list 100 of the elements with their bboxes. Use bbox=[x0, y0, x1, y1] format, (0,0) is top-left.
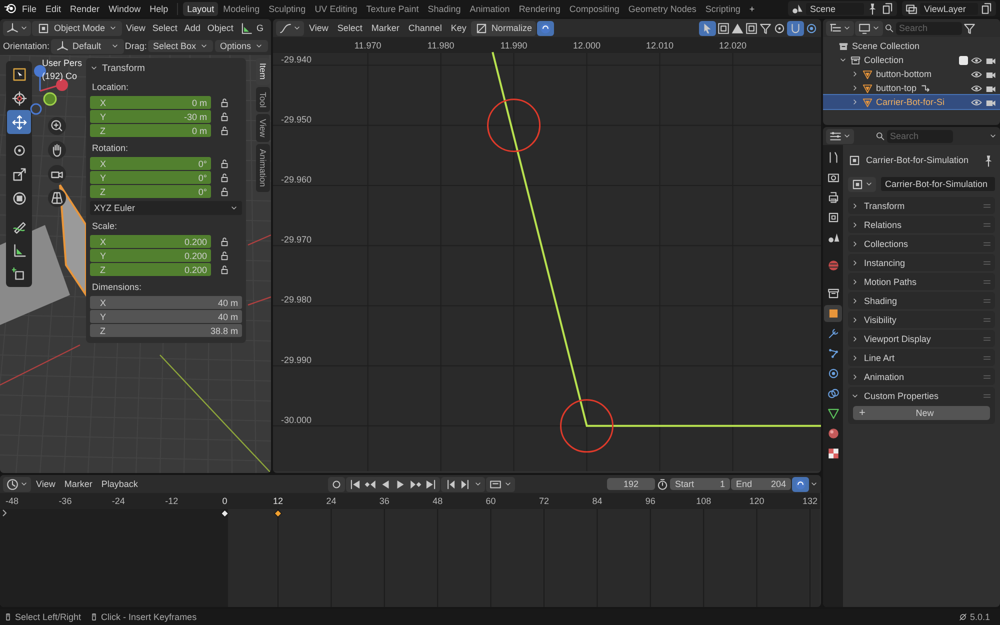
outliner-item[interactable]: Scene Collection bbox=[823, 39, 1000, 53]
proportional-edit-icon[interactable] bbox=[805, 22, 818, 34]
eye-icon[interactable] bbox=[971, 82, 982, 94]
chevron-down-icon[interactable] bbox=[989, 132, 997, 140]
menu-item[interactable]: Edit bbox=[42, 2, 66, 16]
end-frame-field[interactable]: End 204 bbox=[731, 478, 791, 490]
lock-icon[interactable] bbox=[219, 111, 230, 122]
chevron-down-icon[interactable] bbox=[810, 480, 818, 488]
jump-start-icon[interactable] bbox=[349, 478, 362, 490]
outliner-item[interactable]: button-top bbox=[823, 81, 1000, 95]
snap-button[interactable] bbox=[787, 20, 804, 36]
frame-icon[interactable] bbox=[717, 22, 730, 34]
menu-item[interactable]: Key bbox=[446, 21, 470, 35]
panel-header[interactable]: Line Art bbox=[851, 349, 992, 366]
lock-icon[interactable] bbox=[219, 236, 230, 247]
panel-header[interactable]: Shading bbox=[851, 292, 992, 309]
workspace-tab[interactable]: Layout bbox=[183, 2, 218, 16]
menu-item[interactable]: Select bbox=[333, 21, 366, 35]
current-frame-field[interactable]: 192 bbox=[607, 478, 655, 490]
workspace-tab[interactable]: Compositing bbox=[565, 2, 624, 16]
lock-icon[interactable] bbox=[219, 186, 230, 197]
panel-header[interactable]: Animation bbox=[851, 368, 992, 385]
menu-item[interactable]: Window bbox=[104, 2, 145, 16]
view-layer-field[interactable]: ViewLayer bbox=[920, 2, 978, 14]
lock-icon[interactable] bbox=[219, 250, 230, 261]
lock-icon[interactable] bbox=[219, 158, 230, 169]
chevron-down-icon[interactable] bbox=[504, 480, 512, 488]
warning-icon[interactable] bbox=[731, 22, 744, 34]
editor-type-button[interactable] bbox=[826, 20, 854, 36]
menu-item[interactable]: Object bbox=[204, 21, 236, 35]
sidebar-tab[interactable]: Tool bbox=[256, 86, 270, 112]
outliner-item[interactable]: Collection bbox=[823, 53, 1000, 67]
panel-header[interactable]: Motion Paths bbox=[851, 273, 992, 290]
keying-set-icon[interactable] bbox=[489, 478, 502, 490]
eye-icon[interactable] bbox=[971, 96, 982, 108]
workspace-tab[interactable]: Scripting bbox=[701, 2, 744, 16]
lock-icon[interactable] bbox=[219, 125, 230, 136]
menu-item[interactable]: File bbox=[18, 2, 41, 16]
number-field[interactable]: X 40 m bbox=[90, 296, 242, 309]
jump-end-icon[interactable] bbox=[424, 478, 437, 490]
logo-icon[interactable] bbox=[4, 2, 17, 15]
sidebar-tab[interactable]: Animation bbox=[256, 144, 270, 192]
new-button[interactable]: + New bbox=[853, 406, 990, 420]
panel-header[interactable]: Instancing bbox=[851, 254, 992, 271]
drag-dropdown[interactable]: Select Box bbox=[148, 40, 213, 52]
checkbox[interactable] bbox=[959, 56, 968, 64]
copy-icon[interactable] bbox=[980, 2, 993, 15]
chevron-right-icon[interactable] bbox=[2, 510, 7, 516]
workspace-tab[interactable]: Geometry Nodes bbox=[624, 2, 700, 16]
editor-type-button[interactable] bbox=[826, 128, 854, 144]
menu-item[interactable]: Marker bbox=[60, 477, 96, 491]
pivot-icon[interactable] bbox=[773, 22, 786, 34]
workspace-tab[interactable]: Sculpting bbox=[264, 2, 310, 16]
previous-keyframe-icon[interactable] bbox=[364, 478, 377, 490]
editor-type-button[interactable] bbox=[3, 20, 31, 36]
workspace-tab[interactable]: Texture Paint bbox=[362, 2, 423, 16]
panel-header[interactable]: Visibility bbox=[851, 311, 992, 328]
properties-tab[interactable] bbox=[824, 305, 842, 322]
next-keyframe-icon[interactable] bbox=[409, 478, 422, 490]
display-mode-button[interactable] bbox=[855, 20, 883, 36]
workspace-tab[interactable]: Rendering bbox=[514, 2, 564, 16]
lock-icon[interactable] bbox=[219, 97, 230, 108]
eye-icon[interactable] bbox=[971, 68, 982, 80]
menu-item[interactable]: Select bbox=[149, 21, 180, 35]
tool-button[interactable] bbox=[7, 110, 31, 134]
eye-icon[interactable] bbox=[971, 54, 982, 66]
menu-item[interactable]: View bbox=[32, 477, 60, 491]
lock-icon[interactable] bbox=[219, 264, 230, 275]
workspace-tab[interactable]: Modeling bbox=[219, 2, 264, 16]
search-field[interactable]: Search bbox=[896, 22, 962, 34]
menu-item[interactable]: View bbox=[123, 21, 148, 35]
menu-item[interactable]: Marker bbox=[367, 21, 404, 35]
options-dropdown[interactable]: Options bbox=[214, 40, 268, 52]
record-button[interactable] bbox=[328, 476, 345, 492]
menu-item[interactable]: Help bbox=[146, 2, 172, 16]
auto-normalize-button[interactable] bbox=[536, 20, 554, 36]
number-field[interactable]: Y 40 m bbox=[90, 310, 242, 323]
lock-icon[interactable] bbox=[219, 172, 230, 183]
name-field[interactable]: Carrier-Bot-for-Simulation bbox=[881, 177, 995, 191]
panel-header[interactable]: Collections bbox=[851, 235, 992, 252]
chevron-down-icon[interactable] bbox=[474, 480, 482, 488]
menu-item[interactable]: Add bbox=[181, 21, 204, 35]
editor-type-button[interactable] bbox=[276, 20, 304, 36]
menu-item[interactable]: Channel bbox=[404, 21, 446, 35]
panel-header[interactable]: Relations bbox=[851, 216, 992, 233]
object-browse-button[interactable] bbox=[848, 176, 876, 192]
menu-item[interactable]: Playback bbox=[97, 477, 142, 491]
outliner-item[interactable]: button-bottom bbox=[823, 67, 1000, 81]
select-mode-button[interactable] bbox=[699, 20, 716, 36]
mode-dropdown[interactable]: Object Mode bbox=[32, 20, 122, 36]
scene-field[interactable]: Scene bbox=[806, 2, 864, 14]
editor-type-button[interactable] bbox=[3, 476, 31, 492]
start-frame-field[interactable]: Start 1 bbox=[670, 478, 730, 490]
orientation-dropdown[interactable]: Default bbox=[50, 38, 124, 54]
panel-header[interactable]: Viewport Display bbox=[851, 330, 992, 347]
scene-icon[interactable] bbox=[791, 2, 804, 15]
copy-icon[interactable] bbox=[881, 2, 894, 15]
filter-icon[interactable] bbox=[759, 22, 772, 34]
panel-header[interactable]: Transform bbox=[851, 197, 992, 214]
normalize-toggle[interactable]: Normalize bbox=[471, 20, 536, 36]
